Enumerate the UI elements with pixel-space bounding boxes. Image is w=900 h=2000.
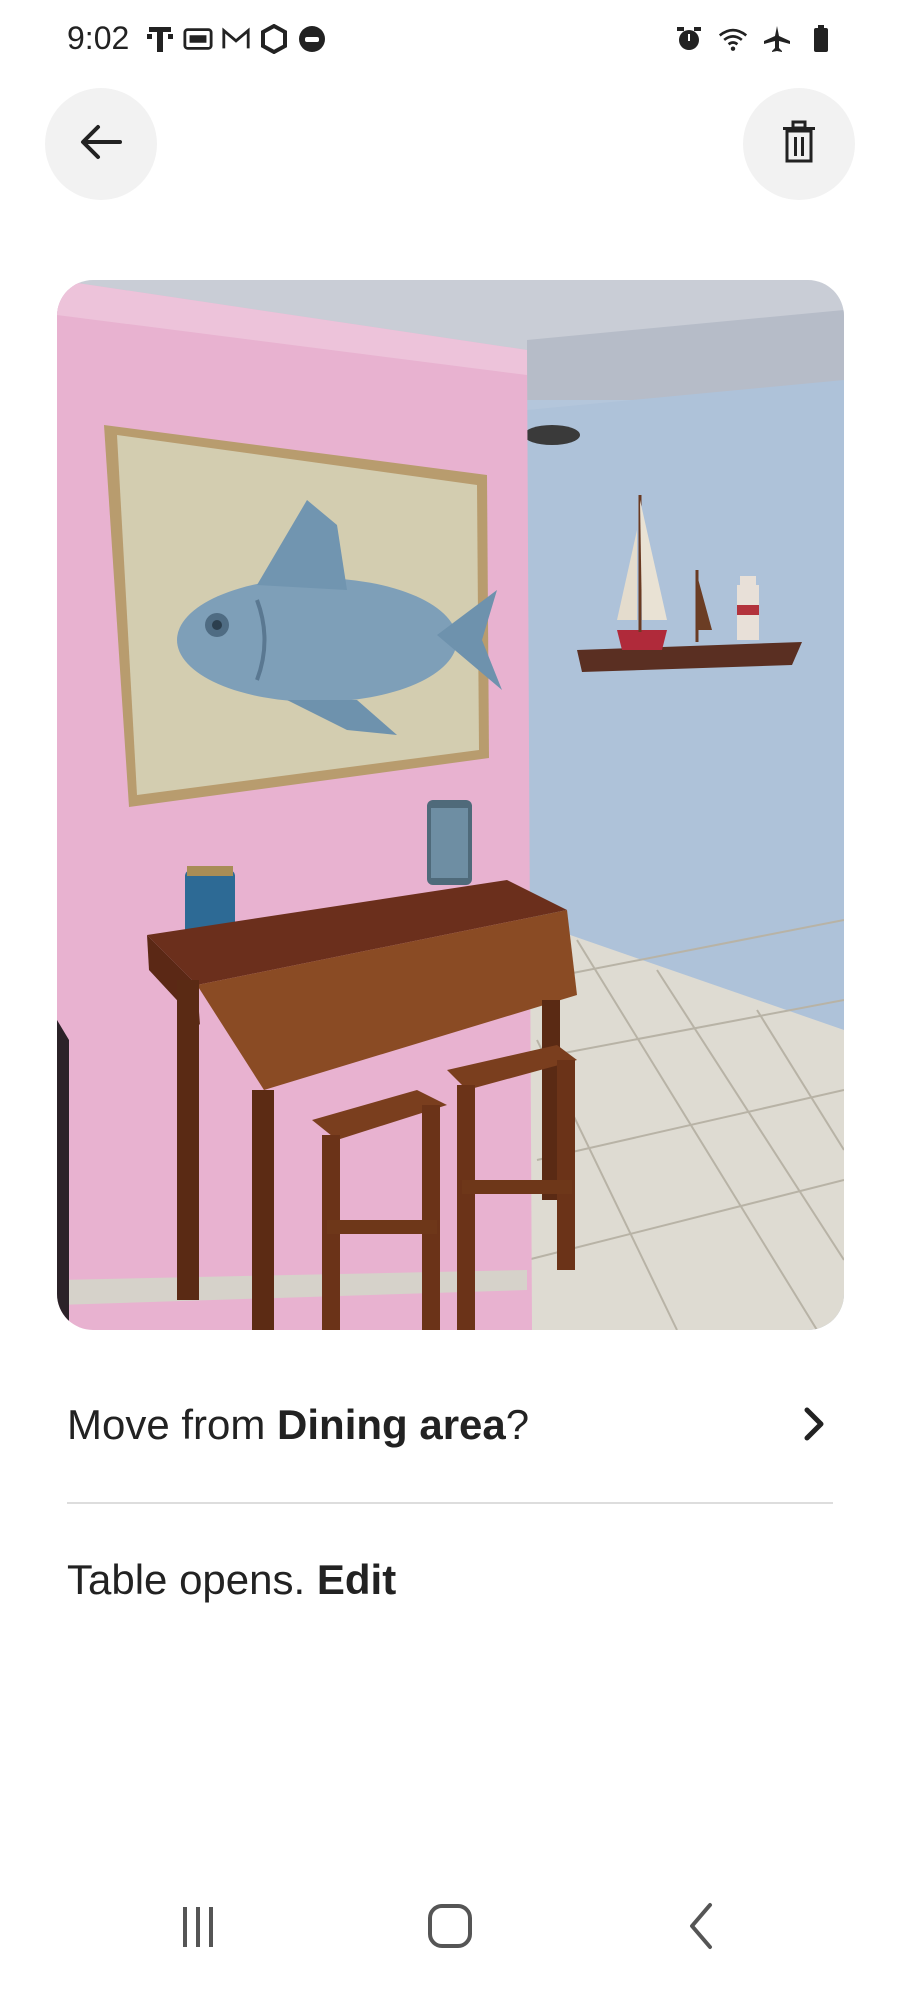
status-time: 9:02 [67, 20, 130, 56]
move-prefix: Move from [67, 1401, 278, 1448]
note-text: Table opens. Edit [67, 1556, 396, 1604]
back-icon [682, 1901, 722, 1956]
airplane-icon [762, 24, 792, 54]
room-photo-illustration [57, 280, 844, 1330]
system-back-button[interactable] [662, 1898, 742, 1958]
t-mobile-icon [145, 24, 175, 54]
system-nav-bar [0, 1880, 900, 1980]
messages-icon [183, 24, 213, 54]
status-left-icons [145, 24, 327, 54]
divider [67, 1502, 833, 1504]
wifi-icon [718, 24, 748, 54]
home-icon [425, 1901, 475, 1956]
move-room-text: Move from Dining area? [67, 1401, 529, 1449]
status-right-icons [674, 24, 836, 54]
game-icon [297, 24, 327, 54]
battery-icon [806, 24, 836, 54]
chevron-right-icon [791, 1402, 835, 1446]
arrow-left-icon [78, 122, 124, 167]
gmail-icon [221, 24, 251, 54]
trash-icon [779, 119, 819, 170]
recents-icon [173, 1903, 223, 1954]
settings-icon [259, 24, 289, 54]
note-row: Table opens. Edit [67, 1535, 396, 1625]
note-body: Table opens. [67, 1556, 317, 1603]
recents-button[interactable] [158, 1898, 238, 1958]
edit-link[interactable]: Edit [317, 1556, 396, 1603]
move-room-row[interactable]: Move from Dining area? [67, 1380, 835, 1470]
delete-button[interactable] [743, 88, 855, 200]
status-bar: 9:02 [0, 0, 900, 80]
move-suffix: ? [505, 1401, 530, 1448]
back-button[interactable] [45, 88, 157, 200]
room-photo[interactable] [57, 280, 844, 1330]
home-button[interactable] [410, 1898, 490, 1958]
alarm-icon [674, 24, 704, 54]
room-name: Dining area [277, 1401, 506, 1448]
